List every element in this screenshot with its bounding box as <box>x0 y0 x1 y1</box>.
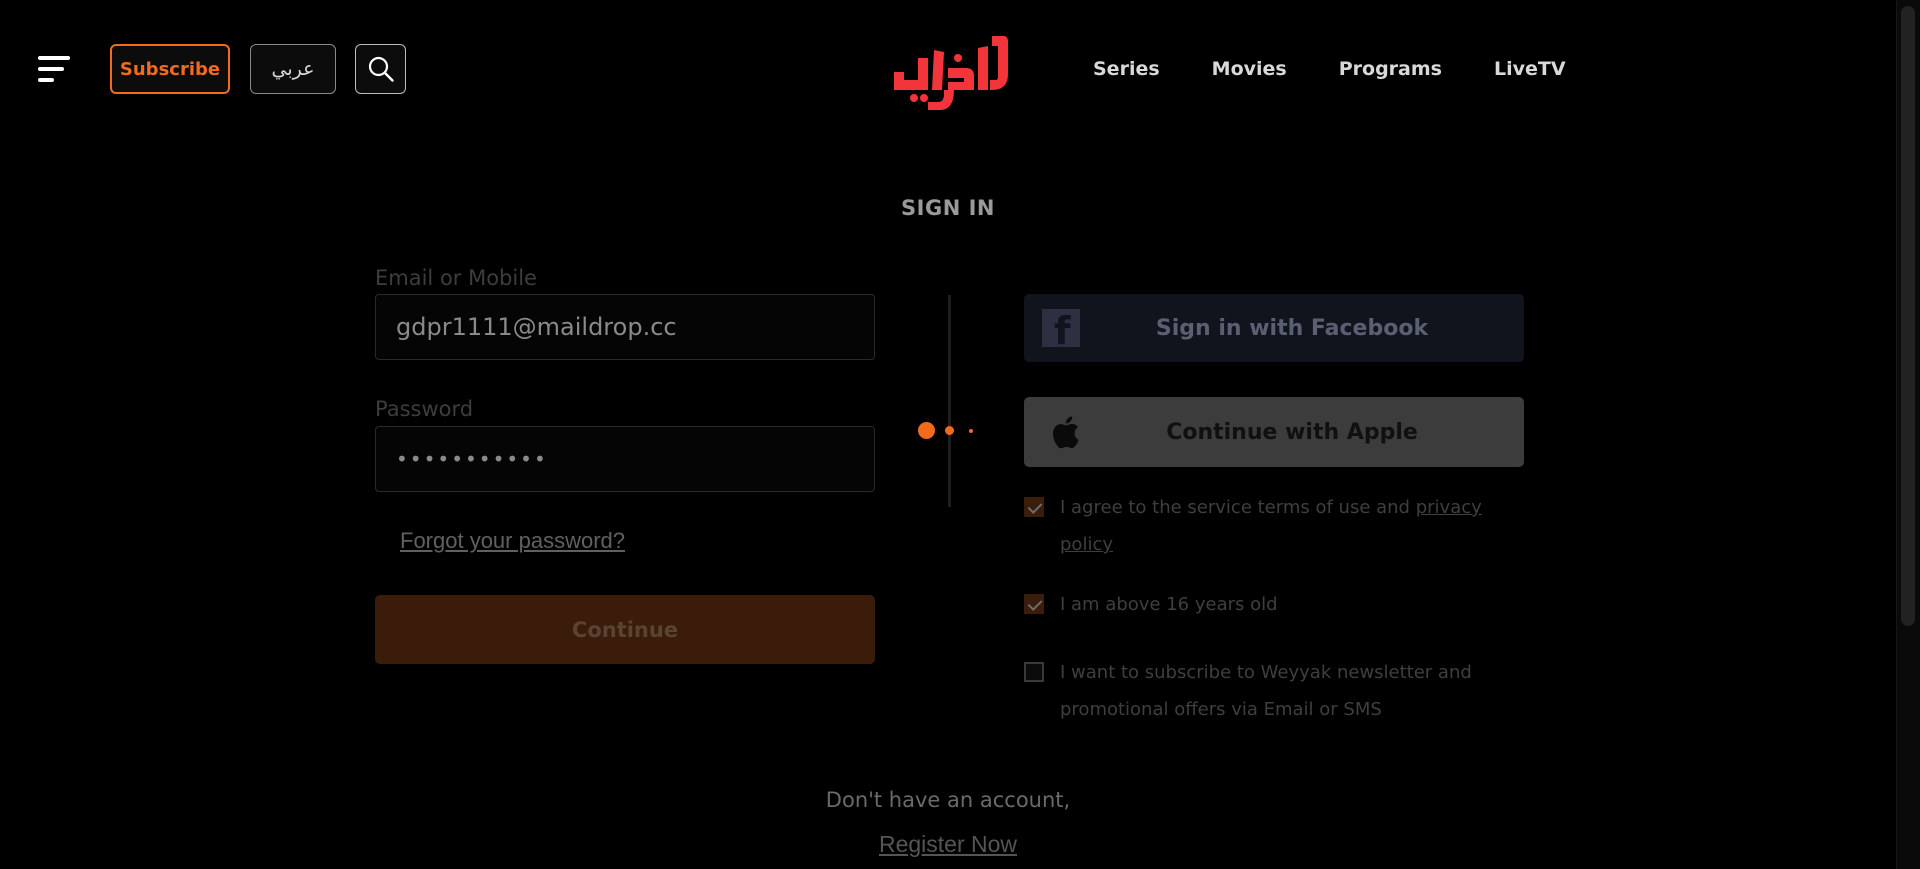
terms-text: I agree to the service terms of use and … <box>1060 497 1482 555</box>
register-now-link[interactable]: Register Now <box>0 831 1896 858</box>
nav-item-movies[interactable]: Movies <box>1212 54 1287 84</box>
vertical-divider <box>948 295 951 507</box>
apple-signin-label: Continue with Apple <box>1166 419 1418 445</box>
page-scrollbar[interactable] <box>1896 0 1920 869</box>
page-title: SIGN IN <box>901 196 995 220</box>
top-header: Subscribe عربي Series Movies Programs Li… <box>0 0 1920 140</box>
no-account-text: Don't have an account, <box>825 788 1071 812</box>
nav-item-programs[interactable]: Programs <box>1339 54 1442 84</box>
nav-item-series[interactable]: Series <box>1093 54 1160 84</box>
newsletter-text: I want to subscribe to Weyyak newsletter… <box>1060 662 1472 720</box>
hamburger-menu-icon[interactable] <box>38 56 72 84</box>
newsletter-checkbox[interactable] <box>1024 662 1044 682</box>
password-label: Password <box>375 397 474 421</box>
age-text: I am above 16 years old <box>1060 594 1278 615</box>
nav-item-livetv[interactable]: LiveTV <box>1494 54 1566 84</box>
language-toggle-button[interactable]: عربي <box>250 44 336 94</box>
search-icon <box>368 56 394 82</box>
terms-checkbox[interactable] <box>1024 497 1044 517</box>
search-button[interactable] <box>355 44 406 94</box>
facebook-icon: f <box>1042 309 1080 350</box>
main-nav: Series Movies Programs LiveTV <box>1093 54 1618 84</box>
email-field[interactable]: gdpr1111@maildrop.cc <box>375 294 875 360</box>
forgot-password-link[interactable]: Forgot your password? <box>400 528 625 554</box>
apple-icon <box>1052 416 1079 449</box>
weyyak-logo[interactable] <box>888 28 1010 116</box>
scrollbar-thumb[interactable] <box>1901 6 1915 626</box>
apple-signin-button[interactable]: Continue with Apple <box>1024 397 1524 467</box>
continue-button[interactable]: Continue <box>375 595 875 664</box>
facebook-signin-button[interactable]: f Sign in with Facebook <box>1024 294 1524 362</box>
facebook-signin-label: Sign in with Facebook <box>1155 315 1429 341</box>
subscribe-button[interactable]: Subscribe <box>110 44 230 94</box>
email-label: Email or Mobile <box>375 266 537 290</box>
age-checkbox[interactable] <box>1024 594 1044 614</box>
password-field[interactable]: ••••••••••• <box>375 426 875 492</box>
